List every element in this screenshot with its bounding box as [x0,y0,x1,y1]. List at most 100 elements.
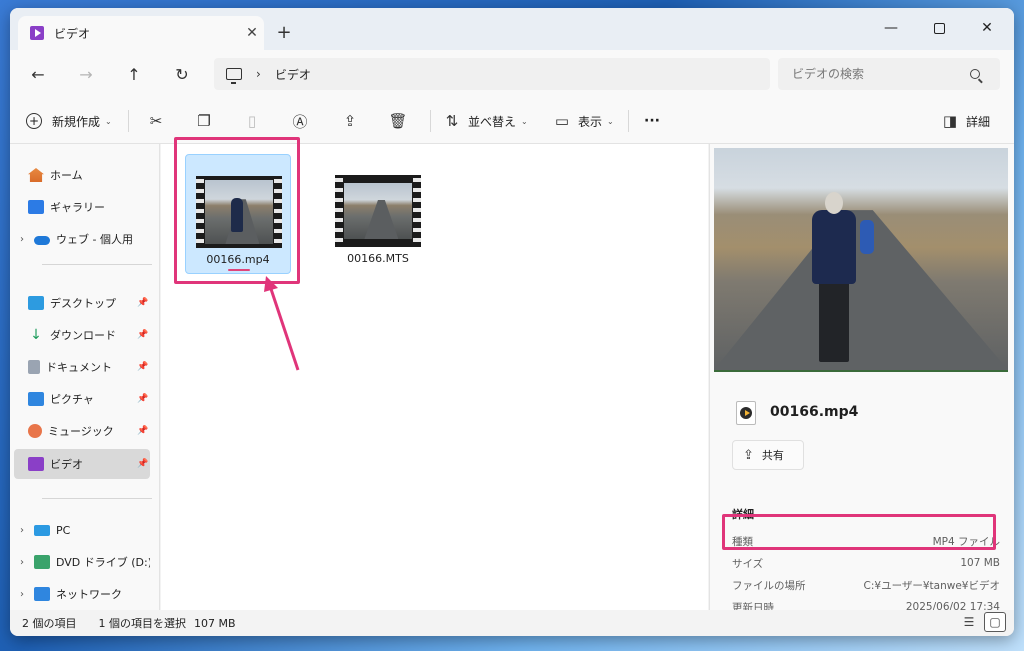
dvd-drive-icon [34,555,50,569]
sidebar-item-label: ドキュメント [46,361,112,374]
sidebar-item-downloads[interactable]: ↓ ダウンロード 📌 [14,320,150,350]
breadcrumb-video[interactable]: ビデオ [275,66,311,83]
sidebar-item-music[interactable]: ミュージック 📌 [14,416,150,446]
preview-person [810,192,858,368]
pin-icon[interactable]: 📌 [136,459,150,469]
document-icon [28,360,40,374]
share-label: 共有 [761,449,784,462]
view-button[interactable]: ▭ 表示 ⌄ [552,98,614,144]
details-pane: 00166.mp4 ⇪ 共有 詳細 種類 MP4 ファイル サイズ 107 MB… [709,144,1014,614]
preview-person-body [812,210,856,284]
video-icon [28,457,44,471]
detail-row-type: 種類 MP4 ファイル [732,530,1000,552]
pin-icon[interactable]: 📌 [136,362,150,372]
sidebar-item-label: ビデオ [50,458,83,471]
command-bar: + 新規作成 ⌄ ✂ ❐ ▯ Ⓐ ⇪ 🗑 ⇅ 並べ替え ⌄ ▭ 表示 ⌄ ···… [10,98,1014,144]
pin-icon[interactable]: 📌 [136,394,150,404]
refresh-button[interactable]: ↻ [168,62,196,86]
file-list[interactable]: 00166.mp4 00166.MTS [161,144,708,610]
download-icon: ↓ [30,327,42,343]
address-row: ← → ↑ ↻ › ビデオ [10,50,1014,98]
file-name: 00166.mp4 [206,253,270,266]
forward-button[interactable]: → [72,62,100,86]
sidebar-item-gallery[interactable]: ギャラリー [14,192,150,222]
file-item-mts[interactable]: 00166.MTS [325,154,431,274]
preview-file-name: 00166.mp4 [770,404,859,420]
sidebar-item-label: ホーム [50,169,83,182]
gallery-icon [28,200,44,214]
film-strip-edge [413,175,421,247]
chevron-right-icon[interactable]: › [14,525,30,536]
breadcrumb-chevron-icon[interactable]: › [256,67,261,81]
address-bar[interactable]: › ビデオ [214,58,770,90]
detail-key: 種類 [732,535,753,548]
details-pane-button[interactable]: ◨ 詳細 [940,98,990,144]
thumbnail-scene [344,183,412,239]
chevron-right-icon[interactable]: › [14,589,30,600]
details-label: 詳細 [966,114,991,129]
media-file-icon [736,401,756,425]
clipboard-icon: ▯ [247,112,257,130]
share-button[interactable]: ⇪ 共有 [732,440,804,470]
sidebar-item-dvd-drive[interactable]: › DVD ドライブ (D:) [14,547,150,577]
sidebar-item-videos[interactable]: ビデオ 📌 [14,449,150,479]
detail-key: ファイルの場所 [732,579,806,592]
sidebar-item-onedrive[interactable]: › ウェブ - 個人用 [14,224,150,254]
search-box[interactable] [778,58,1000,90]
detail-key: サイズ [732,557,764,570]
more-options-button[interactable]: ··· [644,98,660,144]
back-button[interactable]: ← [24,62,52,86]
pin-icon[interactable]: 📌 [136,330,150,340]
toolbar-divider [430,110,431,132]
maximize-icon [933,22,945,34]
sidebar-item-network[interactable]: › ネットワーク [14,579,150,609]
tab-title: ビデオ [54,26,91,41]
search-input[interactable] [792,67,962,81]
tiles-view-toggle[interactable]: ▢ [984,612,1006,632]
sidebar-item-label: ギャラリー [50,201,105,214]
new-label: 新規作成 [52,114,101,129]
up-button[interactable]: ↑ [120,62,148,86]
sidebar-item-label: ネットワーク [56,588,122,601]
share-toolbar-button[interactable]: ⇪ [340,98,360,144]
thumbnail-road [364,199,399,239]
copy-button[interactable]: ❐ [194,98,214,144]
new-button[interactable]: + 新規作成 ⌄ [26,98,112,144]
chevron-down-icon: ⌄ [607,116,614,126]
sidebar-divider [42,498,152,499]
item-count: 2 個の項目 [22,617,77,630]
cut-button[interactable]: ✂ [146,98,166,144]
sort-button[interactable]: ⇅ 並べ替え ⌄ [442,98,528,144]
sidebar-item-desktop[interactable]: デスクトップ 📌 [14,288,150,318]
search-icon[interactable] [970,69,980,79]
thumbnail-scene [205,180,273,244]
home-icon [28,168,44,182]
pin-icon[interactable]: 📌 [136,426,150,436]
chevron-right-icon[interactable]: › [14,234,30,245]
sidebar-item-documents[interactable]: ドキュメント 📌 [14,352,150,382]
sidebar-item-home[interactable]: ホーム [14,160,150,190]
delete-button[interactable]: 🗑 [388,98,408,144]
tab-video[interactable]: ビデオ ✕ [18,16,264,50]
rename-button[interactable]: Ⓐ [290,98,310,144]
preview-person-head [825,192,843,214]
paste-button[interactable]: ▯ [242,98,262,144]
detail-value: C:¥ユーザー¥tanwe¥ビデオ [863,579,1000,592]
close-window-button[interactable]: ✕ [964,14,1010,42]
file-item-mp4[interactable]: 00166.mp4 [185,154,291,274]
selection-count: 1 個の項目を選択 [98,617,187,630]
preview-person-legs [819,282,849,362]
chevron-right-icon[interactable]: › [14,557,30,568]
maximize-button[interactable] [916,14,962,42]
minimize-button[interactable]: — [868,14,914,42]
thumbnail-person [230,197,243,232]
sidebar-item-pc[interactable]: › PC [14,515,150,545]
details-view-toggle[interactable]: ☰ [958,612,980,632]
pin-icon[interactable]: 📌 [136,298,150,308]
new-tab-button[interactable]: + [274,22,294,43]
plus-circle-icon: + [26,113,42,129]
status-bar: 2 個の項目 1 個の項目を選択 107 MB [10,610,1014,636]
sidebar-item-pictures[interactable]: ピクチャ 📌 [14,384,150,414]
sort-label: 並べ替え [468,114,517,129]
tab-close-icon[interactable]: ✕ [240,25,264,41]
